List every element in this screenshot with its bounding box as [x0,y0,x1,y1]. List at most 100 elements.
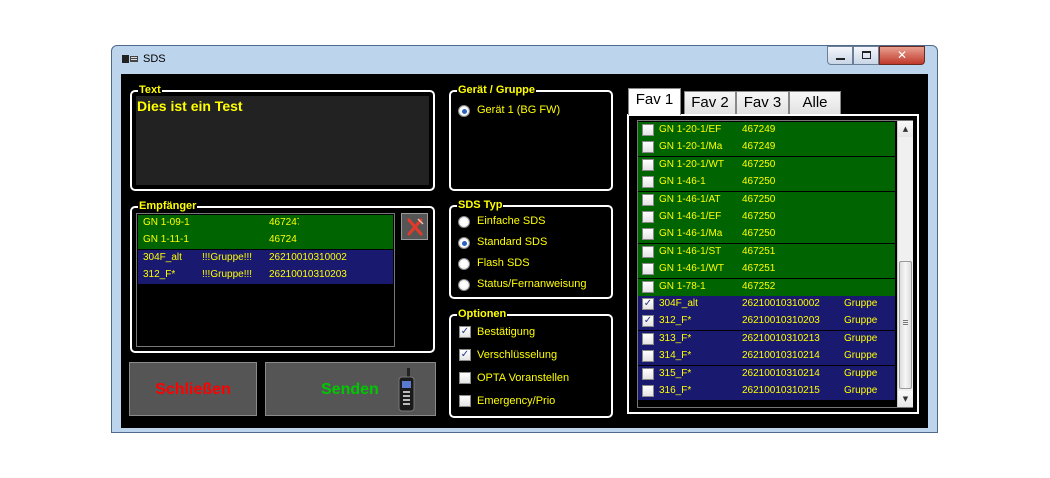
fav-id: 26210010310214 [742,367,820,379]
opta-voranstellen-label: OPTA Voranstellen [477,372,570,384]
fav-id: 26210010310002 [742,298,820,309]
tab-fav-1[interactable]: Fav 1 [628,88,681,115]
checkbox-bestaetigung[interactable]: ✓ [459,326,471,338]
fav-checkbox[interactable] [642,141,654,154]
fav-name: GN 1-46-1/WT [659,263,725,275]
list-item[interactable]: 313_F* 26210010310213 Gruppe [638,330,895,348]
fav-checkbox[interactable] [642,385,654,397]
fav-checkbox[interactable] [642,158,654,171]
list-item[interactable]: GN 1-46-1/EF 467250 [638,209,895,226]
fav-checkbox[interactable] [642,193,654,206]
list-item[interactable]: GN 1-46-1/ST 467251 [638,243,895,261]
flash-sds-label: Flash SDS [477,257,530,269]
fav-id: 467251 [742,263,776,275]
fav-name: 316_F* [659,385,692,396]
fav-id: 467250 [742,211,776,222]
list-item[interactable]: 304F_alt !!!Gruppe!!! 26210010310002 [138,250,393,267]
tab-alle[interactable]: Alle [789,91,841,115]
message-text: Dies ist ein Test [137,98,243,114]
fav-checkbox[interactable] [642,211,654,223]
list-item[interactable]: ✓ 312_F* 26210010310203 Gruppe [638,313,895,331]
recipient-id: 467247 [269,217,299,228]
list-item[interactable]: GN 1-46-1/WT 467251 [638,261,895,279]
fav-list[interactable]: GN 1-20-1/EF 467249 GN 1-20-1/Ma 467249 GN 1… [637,120,913,408]
fav-type: Gruppe [844,298,878,309]
fav-checkbox[interactable] [642,367,654,380]
fav-checkbox[interactable]: ✓ [642,298,654,310]
list-item[interactable]: ✓ 304F_alt 26210010310002 Gruppe [638,296,895,313]
radio-einfache-sds[interactable] [458,216,470,228]
tab-fav-3[interactable]: Fav 3 [736,91,789,115]
einfache-sds-label: Einfache SDS [477,215,546,227]
list-item[interactable]: GN 1-46-1 467250 [638,174,895,192]
list-item[interactable]: GN 1-46-1/Ma 467250 [638,226,895,244]
send-button[interactable]: Senden [265,362,436,416]
recipient-name: 312_F* [143,269,176,280]
scroll-down-arrow[interactable]: ▼ [898,391,913,407]
window-title: SDS [143,53,166,65]
send-button-label: Senden [321,381,379,398]
fav-id: 467250 [742,158,776,170]
fav-list-scrollbar[interactable]: ▲ ▼ [897,121,913,407]
recipient-list[interactable]: GN 1-09-1 467247 GN 1-11-1 46724 304F_al… [136,213,395,347]
geraet-label: Gerät 1 (BG FW) [477,104,561,116]
close-button[interactable]: Schließen [129,362,257,416]
fav-checkbox[interactable] [642,176,654,189]
fav-checkbox[interactable] [642,245,654,258]
scroll-up-arrow[interactable]: ▲ [898,121,913,137]
recipient-id: 46724 [269,234,297,245]
list-item[interactable]: GN 1-46-1/AT 467250 [638,191,895,209]
list-item[interactable]: 314_F* 26210010310214 Gruppe [638,348,895,366]
radio-status-fernanweisung[interactable] [458,279,470,291]
fav-name: GN 1-46-1/ST [659,245,722,257]
list-item[interactable]: GN 1-09-1 467247 [138,215,393,232]
maximize-button[interactable] [853,46,879,65]
list-item[interactable]: 312_F* !!!Gruppe!!! 26210010310203 [138,267,393,284]
radio-flash-sds[interactable] [458,258,470,270]
list-item[interactable]: GN 1-20-1/WT 467250 [638,156,895,174]
fav-checkbox[interactable] [642,332,654,345]
radio-standard-sds[interactable] [458,237,470,249]
scroll-thumb[interactable] [899,261,912,389]
sds-typ-group-title: SDS Typ [457,199,504,211]
fav-id: 467252 [742,280,776,292]
fav-id: 26210010310214 [742,350,820,362]
recipient-name: GN 1-11-1 [143,234,189,245]
geraet-radio[interactable] [458,105,470,117]
fav-id: 26210010310203 [742,315,820,327]
fav-id: 467250 [742,176,776,188]
list-item[interactable]: GN 1-11-1 46724 [138,232,393,249]
list-item[interactable]: 315_F* 26210010310214 Gruppe [638,365,895,383]
minimize-button[interactable] [827,46,853,65]
fav-checkbox[interactable]: ✓ [642,315,654,328]
checkbox-opta-voranstellen[interactable] [459,372,471,384]
fav-id: 467250 [742,228,776,240]
status-fernanweisung-label: Status/Fernanweisung [477,278,587,290]
fav-checkbox[interactable] [642,280,654,293]
checkbox-verschluesselung[interactable]: ✓ [459,349,471,361]
fav-name: GN 1-20-1/Ma [659,141,723,153]
list-item[interactable]: 316_F* 26210010310215 Gruppe [638,383,895,400]
tab-fav-2[interactable]: Fav 2 [684,91,736,115]
fav-name: GN 1-46-1/Ma [659,228,723,240]
radio-device-icon [398,368,415,412]
recipient-type: !!!Gruppe!!! [202,252,253,263]
fav-checkbox[interactable] [642,350,654,363]
checkbox-emergency-prio[interactable] [459,395,471,407]
remove-recipient-button[interactable] [401,213,428,240]
app-icon [122,55,138,63]
message-textarea[interactable]: Dies ist ein Test [136,96,429,185]
fav-name: GN 1-20-1/WT [659,158,725,170]
fav-checkbox[interactable] [642,263,654,276]
fav-type: Gruppe [844,332,878,344]
geraet-group-title: Gerät / Gruppe [457,84,537,96]
list-item[interactable]: GN 1-78-1 467252 [638,278,895,296]
title-bar: SDS ✕ [112,46,937,74]
fav-id: 467251 [742,245,776,257]
fav-checkbox[interactable] [642,228,654,241]
minimize-icon [836,58,845,60]
list-item[interactable]: GN 1-20-1/Ma 467249 [638,139,895,157]
fav-checkbox[interactable] [642,124,654,136]
list-item[interactable]: GN 1-20-1/EF 467249 [638,122,895,139]
close-window-button[interactable]: ✕ [879,46,925,65]
